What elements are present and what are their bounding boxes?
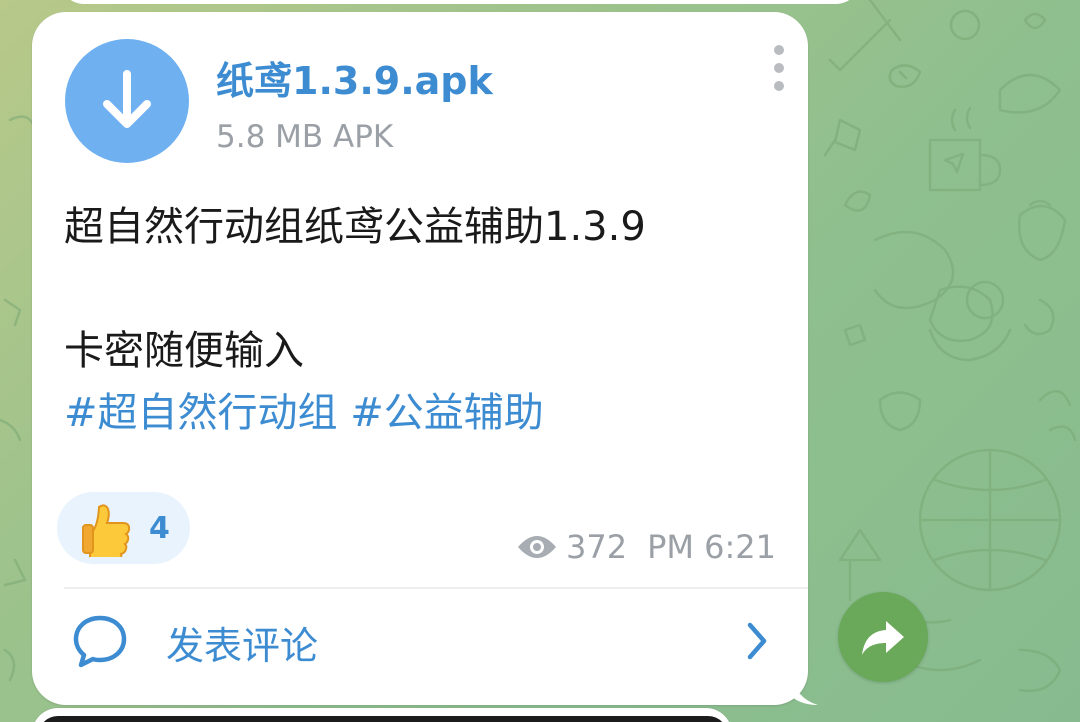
message-line: 超自然行动组纸鸢公益辅助1.3.9 (64, 204, 646, 250)
hashtag-row: #超自然行动组 #公益辅助 (64, 382, 784, 444)
previous-message-bubble (60, 0, 860, 4)
message-time: PM 6:21 (647, 528, 776, 566)
message-bubble[interactable]: 纸鸢1.3.9.apk 5.8 MB APK 超自然行动组纸鸢公益辅助1.3.9… (32, 12, 808, 705)
next-message-bubble (32, 708, 732, 722)
thumbs-up-icon (82, 504, 131, 557)
message-text: 超自然行动组纸鸢公益辅助1.3.9 卡密随便输入 #超自然行动组 #公益辅助 (64, 196, 784, 444)
leave-comment-label: 发表评论 (166, 624, 319, 668)
message-line: 卡密随便输入 (64, 328, 304, 374)
share-arrow-icon (862, 621, 904, 655)
chevron-right-icon (747, 622, 767, 660)
message-meta: 372 PM 6:21 (516, 528, 776, 566)
file-download-button[interactable] (65, 39, 189, 163)
bubble-tail (790, 670, 818, 705)
comment-bubble-icon (73, 615, 127, 668)
share-button[interactable] (838, 592, 928, 682)
download-arrow-icon (103, 70, 151, 128)
file-meta: 5.8 MB APK (216, 119, 394, 155)
file-name[interactable]: 纸鸢1.3.9.apk (216, 50, 493, 105)
hashtag-link[interactable]: #公益辅助 (350, 390, 544, 436)
eye-icon (517, 536, 556, 558)
leave-comment-button[interactable]: 发表评论 (32, 589, 808, 705)
reaction-count: 4 (149, 510, 170, 546)
view-count: 372 (565, 528, 628, 566)
hashtag-link[interactable]: #超自然行动组 (64, 390, 338, 436)
next-message-media (38, 716, 728, 722)
more-options-icon[interactable] (764, 42, 794, 94)
reaction-chip[interactable]: 4 (57, 492, 190, 564)
